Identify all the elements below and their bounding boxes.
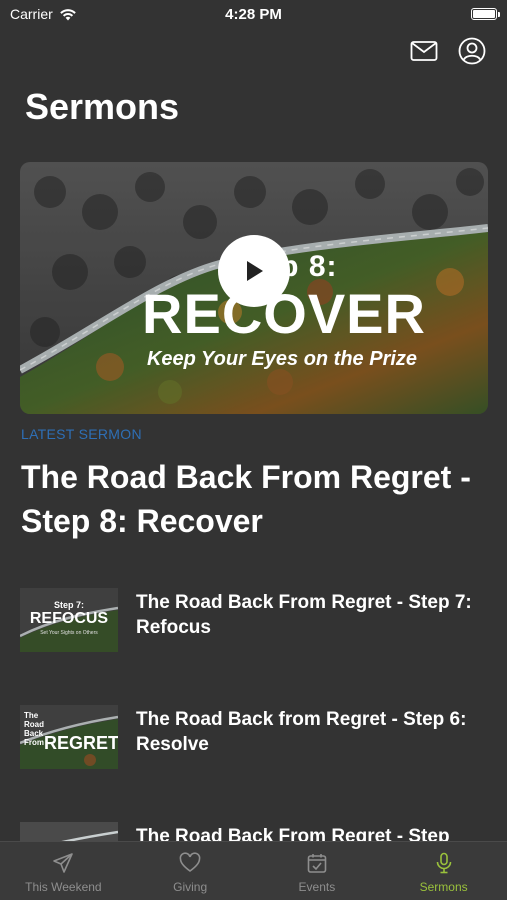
tab-events[interactable]: Events — [254, 842, 381, 900]
page-title: Sermons — [25, 86, 180, 127]
heart-icon — [179, 852, 201, 872]
sermon-title: The Road Back From Regret - Step 7: Refo… — [136, 592, 472, 638]
microphone-icon — [436, 852, 451, 874]
header-actions — [409, 36, 487, 66]
thumbnail-big-text: REFOCUS — [29, 610, 109, 627]
mail-icon — [410, 41, 438, 61]
latest-sermon-label: LATEST SERMON — [21, 426, 142, 442]
tab-this-weekend[interactable]: This Weekend — [0, 842, 127, 900]
paper-plane-icon — [53, 853, 74, 873]
hero-subtitle: Keep Your Eyes on the Prize — [146, 348, 418, 370]
list-item[interactable]: Step 7: REFOCUS Set Your Sights on Other… — [20, 588, 490, 658]
battery-icon — [471, 8, 500, 20]
tab-label: Giving — [173, 880, 208, 894]
tab-label: This Weekend — [25, 880, 102, 894]
thumbnail-step: Step 7: — [53, 600, 84, 610]
tab-label: Events — [298, 880, 336, 894]
account-circle-icon — [458, 37, 486, 65]
tab-bar: This Weekend Giving Events Sermons — [0, 841, 507, 900]
thumbnail-subtitle: Set Your Sights on Others — [40, 630, 98, 636]
tab-sermons[interactable]: Sermons — [380, 842, 507, 900]
wifi-icon — [59, 8, 76, 20]
carrier-label: Carrier — [10, 6, 53, 22]
tab-giving[interactable]: Giving — [127, 842, 254, 900]
mail-button[interactable] — [409, 36, 439, 66]
latest-sermon-title[interactable]: The Road Back From Regret - Step 8: Reco… — [21, 455, 491, 543]
sermon-title: The Road Back from Regret - Step 6: Reso… — [136, 709, 467, 755]
tab-label: Sermons — [419, 880, 468, 894]
carrier-group: Carrier — [10, 6, 77, 22]
sermon-thumbnail: Step 7: REFOCUS Set Your Sights on Other… — [20, 588, 118, 652]
calendar-check-icon — [307, 854, 327, 873]
play-icon — [247, 261, 263, 281]
list-item[interactable]: The Road Back From REGRET The Road Back … — [20, 705, 490, 775]
thumbnail-big-text: REGRET — [44, 733, 118, 753]
status-bar: Carrier 4:28 PM — [0, 0, 507, 28]
play-button[interactable] — [218, 235, 290, 307]
sermon-thumbnail: The Road Back From REGRET — [20, 705, 118, 769]
account-button[interactable] — [457, 36, 487, 66]
latest-sermon-card[interactable]: Step 8: RECOVER Keep Your Eyes on the Pr… — [20, 162, 488, 414]
